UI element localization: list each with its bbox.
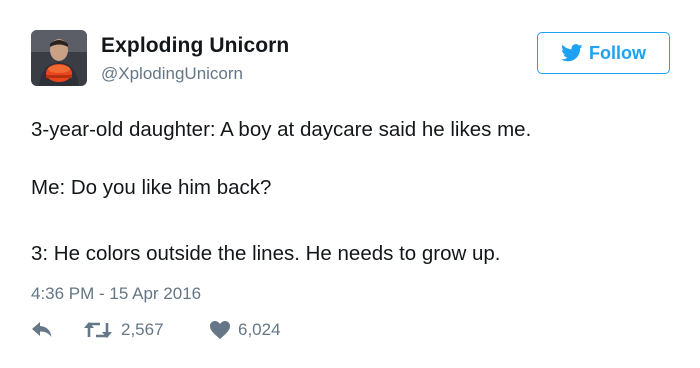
like-button[interactable]: 6,024 (209, 320, 281, 340)
display-name[interactable]: Exploding Unicorn (101, 34, 289, 58)
timestamp[interactable]: 4:36 PM - 15 Apr 2016 (31, 284, 201, 304)
tweet-line: 3-year-old daughter: A boy at daycare sa… (31, 118, 532, 141)
retweet-count: 2,567 (121, 320, 164, 339)
retweet-icon (84, 322, 112, 338)
avatar[interactable] (31, 30, 87, 86)
tweet-line: Me: Do you like him back? (31, 176, 272, 199)
reply-icon (32, 322, 52, 337)
user-handle[interactable]: @XplodingUnicorn (101, 64, 243, 84)
retweet-button[interactable]: 2,567 (83, 320, 164, 340)
tweet-card: Exploding Unicorn @XplodingUnicorn Follo… (0, 0, 700, 368)
reply-button[interactable] (31, 320, 53, 338)
follow-label: Follow (589, 42, 646, 63)
heart-icon (210, 321, 230, 339)
twitter-bird-icon (561, 44, 583, 62)
like-count: 6,024 (238, 320, 281, 339)
follow-button[interactable]: Follow (537, 32, 670, 74)
tweet-line: 3: He colors outside the lines. He needs… (31, 242, 501, 265)
